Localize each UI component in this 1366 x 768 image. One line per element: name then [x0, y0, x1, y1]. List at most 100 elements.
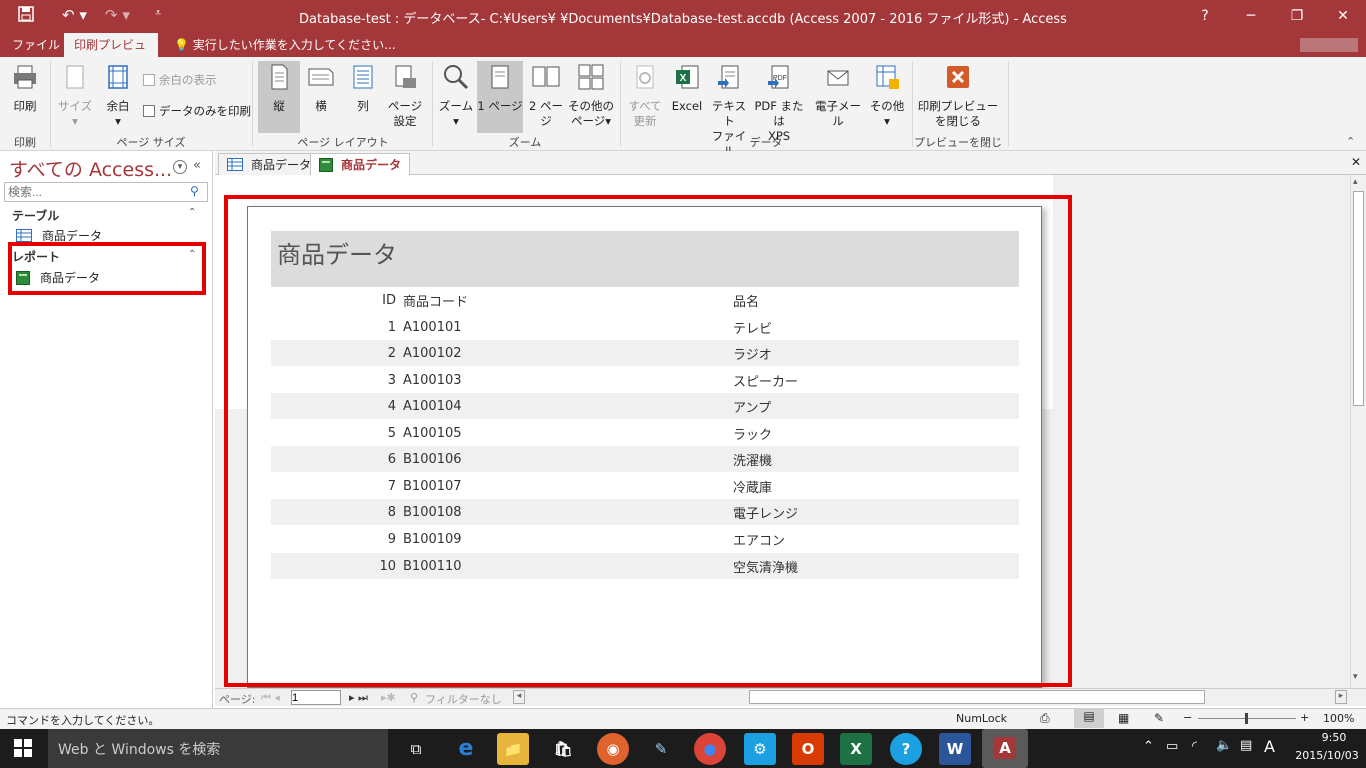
margins-label: 余白	[106, 99, 130, 113]
vertical-scrollbar[interactable]: ▴ ▾	[1350, 175, 1366, 688]
zoom-slider-thumb[interactable]	[1245, 713, 1248, 724]
settings-icon[interactable]: ⚙	[744, 733, 776, 765]
volume-icon[interactable]: 🔈	[1216, 738, 1232, 753]
size-button[interactable]: サイズ ▾	[56, 61, 94, 129]
chrome-icon[interactable]: ●	[694, 733, 726, 765]
email-label: 電子メール	[815, 99, 861, 128]
help-button[interactable]: ?	[1182, 0, 1228, 33]
highlight-box-reports	[8, 242, 206, 295]
portrait-label: 縦	[273, 99, 285, 113]
word-taskbar-icon[interactable]: W	[939, 733, 971, 765]
action-center-icon[interactable]: ▤	[1240, 738, 1252, 753]
first-page-icon[interactable]: ⏮ ◂	[261, 691, 280, 705]
more-pages-label-1: その他の	[568, 99, 614, 113]
store-icon[interactable]: 🛍	[547, 733, 579, 765]
nav-section-tables[interactable]: テーブル	[12, 207, 59, 224]
nav-search-input[interactable]	[4, 182, 208, 202]
margins-icon	[108, 65, 128, 89]
more-export-button[interactable]: その他 ▾	[868, 61, 906, 129]
clock-time[interactable]: 9:50	[1304, 731, 1364, 744]
tray-chevron-icon[interactable]: ⌃	[1143, 739, 1154, 754]
next-page-icon[interactable]: ▸ ⏭	[349, 691, 368, 705]
windows-start-icon[interactable]	[14, 739, 32, 760]
group-label-data: データ	[749, 136, 783, 149]
print-data-only-checkbox[interactable]: データのみを印刷	[143, 103, 251, 119]
print-label: 印刷	[13, 99, 37, 113]
excel-taskbar-icon[interactable]: X	[840, 733, 872, 765]
office-icon[interactable]: O	[792, 733, 824, 765]
taskbar: Web と Windows を検索 ⧉ e 📁 🛍 ◉ ✎ ● ⚙ O X ? …	[0, 729, 1366, 768]
record-navigation-bar: ページ: ⏮ ◂ ▸ ⏭ ▸✱ ⚲ フィルターなし ◂ ▸	[215, 688, 1366, 706]
layout-view-icon[interactable]: ▦	[1118, 711, 1129, 725]
clock-date[interactable]: 2015/10/03	[1290, 749, 1364, 762]
search-icon[interactable]: ⚲	[190, 184, 199, 198]
show-margins-checkbox[interactable]: 余白の表示	[143, 72, 217, 88]
tell-me-box[interactable]: 💡 実行したい作業を入力してください...	[164, 33, 406, 57]
email-button[interactable]: 電子メール	[810, 61, 866, 129]
wifi-icon[interactable]: ◜	[1192, 739, 1197, 754]
scrollbar-thumb[interactable]	[1353, 191, 1364, 406]
more-pages-button[interactable]: その他の ページ▾	[568, 61, 614, 129]
access-taskbar-icon[interactable]: A	[982, 729, 1028, 768]
help-taskbar-icon[interactable]: ?	[890, 733, 922, 765]
horizontal-scrollbar-thumb[interactable]	[749, 690, 1205, 704]
close-preview-label-2: を閉じる	[935, 114, 981, 128]
new-record-icon[interactable]: ▸✱	[381, 691, 396, 704]
page-number-input[interactable]	[291, 690, 341, 705]
two-pages-button[interactable]: 2 ページ	[524, 61, 568, 129]
file-explorer-icon[interactable]: 📁	[497, 733, 529, 765]
landscape-button[interactable]: 横	[302, 61, 340, 114]
print-button[interactable]: 印刷	[4, 61, 46, 114]
export-pdf-button[interactable]: PDF PDF または XPS	[751, 61, 807, 144]
doc-tab-table[interactable]: 商品データ	[218, 153, 321, 175]
ime-indicator[interactable]: A	[1264, 737, 1275, 756]
scroll-left-icon[interactable]: ◂	[513, 690, 525, 704]
doc-tab-report[interactable]: 商品データ	[310, 153, 411, 175]
one-page-button[interactable]: 1 ページ	[477, 61, 523, 133]
collapse-nav-icon[interactable]: «	[193, 158, 201, 173]
report-view-icon[interactable]: ▤	[1074, 709, 1104, 728]
close-button[interactable]: ✕	[1320, 0, 1366, 33]
zoom-out-icon[interactable]: −	[1183, 711, 1192, 724]
filter-status[interactable]: フィルターなし	[425, 691, 502, 707]
close-print-preview-button[interactable]: 印刷プレビュー を閉じる	[916, 61, 1000, 129]
refresh-all-button[interactable]: すべて 更新	[624, 61, 666, 129]
more-export-label: その他	[869, 99, 905, 113]
battery-icon[interactable]: ▭	[1166, 739, 1178, 754]
tab-file[interactable]: ファイル	[2, 33, 70, 57]
zoom-button[interactable]: ズーム ▾	[436, 61, 476, 129]
user-account[interactable]	[1300, 38, 1358, 52]
columns-button[interactable]: 列	[344, 61, 382, 114]
margins-button[interactable]: 余白 ▾	[100, 61, 136, 129]
scroll-right-icon[interactable]: ▸	[1335, 690, 1347, 704]
scroll-down-icon[interactable]: ▾	[1353, 672, 1358, 682]
close-document-icon[interactable]: ✕	[1351, 155, 1361, 169]
zoom-in-icon[interactable]: +	[1300, 711, 1309, 724]
edge-icon[interactable]: e	[450, 733, 482, 765]
group-label-page-size: ページ サイズ	[116, 136, 186, 149]
design-view-icon[interactable]: ✎	[1154, 711, 1164, 725]
show-margins-label: 余白の表示	[159, 73, 217, 87]
tab-print-preview[interactable]: 印刷プレビュー	[64, 33, 158, 76]
notepad-icon[interactable]: ✎	[645, 733, 677, 765]
restore-button[interactable]: ❐	[1274, 0, 1320, 33]
nav-menu-chevron-icon[interactable]: ▾	[173, 160, 187, 174]
minimize-button[interactable]: ─	[1228, 0, 1274, 33]
nav-pane-title[interactable]: すべての Access...	[9, 155, 172, 182]
taskbar-search[interactable]: Web と Windows を検索	[48, 729, 388, 768]
print-preview-view-icon[interactable]: ⎙	[1040, 711, 1050, 726]
task-view-icon[interactable]: ⧉	[400, 733, 432, 765]
chevron-down-icon: ▾	[605, 114, 612, 128]
separator	[252, 61, 253, 147]
collapse-ribbon-icon[interactable]: ⌃	[1346, 135, 1355, 148]
firefox-icon[interactable]: ◉	[597, 733, 629, 765]
page-setup-button[interactable]: ページ 設定	[384, 61, 426, 129]
scroll-up-icon[interactable]: ▴	[1353, 177, 1358, 187]
export-excel-button[interactable]: X Excel	[668, 61, 706, 114]
separator	[620, 61, 621, 147]
zoom-level[interactable]: 100%	[1323, 712, 1354, 725]
more-pages-label-2: ページ	[570, 114, 606, 128]
portrait-button[interactable]: 縦	[258, 61, 300, 133]
close-preview-icon	[947, 66, 969, 88]
collapse-section-icon[interactable]: ⌃	[188, 207, 196, 218]
